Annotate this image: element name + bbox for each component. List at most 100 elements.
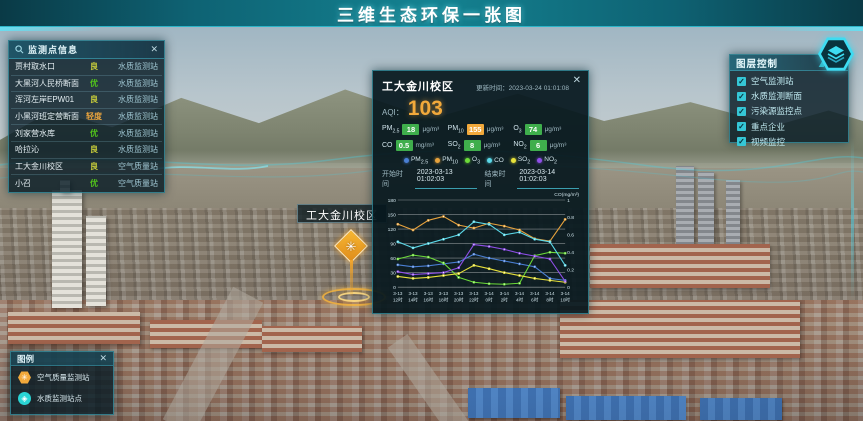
pollutant-name: CO [382, 142, 393, 149]
station-row[interactable]: 小召优空气质量站 [11, 175, 162, 192]
legend-label: CO [494, 157, 504, 164]
layer-item[interactable]: ✓ 重点企业 [737, 121, 841, 133]
aqi-popup-close-icon[interactable]: ✕ [573, 76, 581, 86]
svg-text:3-14: 3-14 [530, 291, 540, 296]
svg-text:8时: 8时 [546, 297, 554, 303]
legend-dot-icon [404, 158, 409, 163]
pollutant-cell: O374μg/m³ [513, 124, 579, 135]
pollutant-value-box: 6 [530, 140, 547, 151]
svg-text:3-13: 3-13 [469, 291, 479, 296]
aqi-label: AQI： [382, 107, 404, 118]
chart-legend-item[interactable]: PM10 [435, 156, 458, 165]
chart-legend-item[interactable]: PM2.5 [404, 156, 428, 165]
layer-item[interactable]: ✓ 水质监测断面 [737, 90, 841, 102]
station-row[interactable]: 大黑河人民桥断面优水质监测站 [11, 76, 162, 93]
station-name: 刘家营水库 [15, 128, 80, 139]
svg-text:30: 30 [390, 271, 396, 277]
pollutant-chart: 030609012015018000.20.40.60.81CO(mg/m³)3… [382, 191, 580, 308]
station-name: 工大金川校区 [15, 161, 80, 172]
legend-label: SO2 [518, 156, 530, 165]
svg-text:3-13: 3-13 [393, 291, 403, 296]
layer-label: 视频监控 [751, 136, 785, 148]
svg-text:2时: 2时 [501, 297, 509, 303]
building-red-row-right-2 [590, 244, 770, 288]
svg-text:10时: 10时 [560, 297, 570, 303]
svg-text:150: 150 [388, 213, 396, 219]
station-row[interactable]: 小黑河班定营断面轻度水质监测站 [11, 109, 162, 126]
legend-dot-icon [537, 158, 542, 163]
svg-text:60: 60 [390, 256, 396, 262]
station-level-badge: 良 [83, 161, 105, 172]
pollutant-value-box: 0.5 [396, 140, 413, 151]
svg-text:1: 1 [567, 198, 570, 204]
pollutant-unit: μg/m³ [550, 142, 567, 149]
svg-text:3-13: 3-13 [424, 291, 434, 296]
svg-text:0时: 0时 [486, 297, 494, 303]
chart-legend-item[interactable]: SO2 [511, 156, 530, 165]
end-time-input[interactable]: 2023-03-14 01:02:03 [517, 169, 579, 189]
station-panel-title: 监测点信息 [28, 43, 146, 56]
svg-text:0.8: 0.8 [567, 216, 574, 222]
legend-dot-icon [435, 158, 440, 163]
start-time-input[interactable]: 2023-03-13 01:02:03 [415, 169, 477, 189]
station-row[interactable]: 浑河左岸EPW01良水质监测站 [11, 92, 162, 109]
svg-text:16时: 16时 [423, 297, 433, 303]
station-row[interactable]: 工大金川校区良空气质量站 [11, 159, 162, 176]
pollutant-unit: mg/m³ [416, 142, 434, 149]
svg-text:20时: 20时 [454, 297, 464, 303]
station-panel-header: 监测点信息 ✕ [9, 41, 164, 59]
chart-legend-item[interactable]: O3 [465, 156, 480, 165]
station-type: 水质监测站 [108, 128, 158, 139]
legend-label: NO2 [544, 156, 557, 165]
pollutant-grid: PM2.518μg/m³PM10155μg/m³O374μg/m³CO0.5mg… [382, 124, 579, 151]
layer-item[interactable]: ✓ 视频监控 [737, 136, 841, 148]
svg-text:0.4: 0.4 [567, 250, 574, 256]
chart-legend-item[interactable]: NO2 [537, 156, 557, 165]
station-name: 贾村取水口 [15, 61, 80, 72]
station-row[interactable]: 贾村取水口良水质监测站 [11, 59, 162, 76]
svg-text:3-14: 3-14 [545, 291, 555, 296]
layers-toggle-button[interactable] [818, 36, 854, 72]
station-type: 水质监测站 [108, 78, 158, 89]
pinwheel-icon: ✳ [339, 235, 363, 259]
station-panel-close-icon[interactable]: ✕ [150, 45, 158, 54]
legend-item-label: 空气质量监测站 [37, 372, 90, 383]
layer-label: 水质监测断面 [751, 90, 802, 102]
legend-item: ◈水质监测站点 [18, 392, 106, 405]
pollutant-name: PM2.5 [382, 125, 399, 134]
layer-item[interactable]: ✓空气监测站 [737, 75, 841, 87]
layer-item[interactable]: ✓污染源监控点 [737, 105, 841, 117]
checkbox-checked-icon[interactable]: ✓ [737, 77, 746, 86]
checkbox-checked-icon[interactable]: ✓ [737, 107, 746, 116]
svg-text:3-13: 3-13 [439, 291, 449, 296]
station-name: 浑河左岸EPW01 [15, 94, 80, 105]
aqi-popup-header: 工大金川校区 更新时间：2023-03-24 01:01:08 [382, 78, 579, 94]
station-type: 水质监测站 [108, 94, 158, 105]
legend-panel-close-icon[interactable]: ✕ [99, 354, 107, 363]
legend-dot-icon [511, 158, 516, 163]
pollutant-value-box: 18 [402, 124, 419, 135]
svg-text:0.6: 0.6 [567, 233, 574, 239]
pollutant-cell: NO26μg/m³ [513, 140, 579, 151]
hexagon-marker-icon: ✳ [18, 371, 31, 384]
building-white-tower-2 [86, 216, 106, 306]
checkbox-checked-icon[interactable]: ✓ [737, 137, 746, 146]
cyan-glow-streak [851, 140, 854, 300]
circle-marker-icon: ◈ [18, 392, 31, 405]
station-level-badge: 良 [83, 94, 105, 105]
pollutant-unit: μg/m³ [545, 126, 562, 133]
chart-legend-item[interactable]: CO [487, 156, 504, 165]
svg-text:12时: 12时 [393, 297, 403, 303]
checkbox-checked-icon[interactable]: ✓ [737, 122, 746, 131]
svg-text:3-14: 3-14 [500, 291, 510, 296]
station-row[interactable]: 哈拉沁良水质监测站 [11, 142, 162, 159]
layer-label: 重点企业 [751, 121, 785, 133]
aqi-popup-title: 工大金川校区 [382, 78, 454, 94]
station-name: 哈拉沁 [15, 144, 80, 155]
checkbox-checked-icon[interactable]: ✓ [737, 92, 746, 101]
legend-label: PM2.5 [411, 156, 428, 165]
station-name: 大黑河人民桥断面 [15, 78, 80, 89]
station-level-badge: 轻度 [83, 111, 105, 122]
station-row[interactable]: 刘家营水库优水质监测站 [11, 125, 162, 142]
legend-panel-header: 图例 ✕ [11, 352, 113, 366]
